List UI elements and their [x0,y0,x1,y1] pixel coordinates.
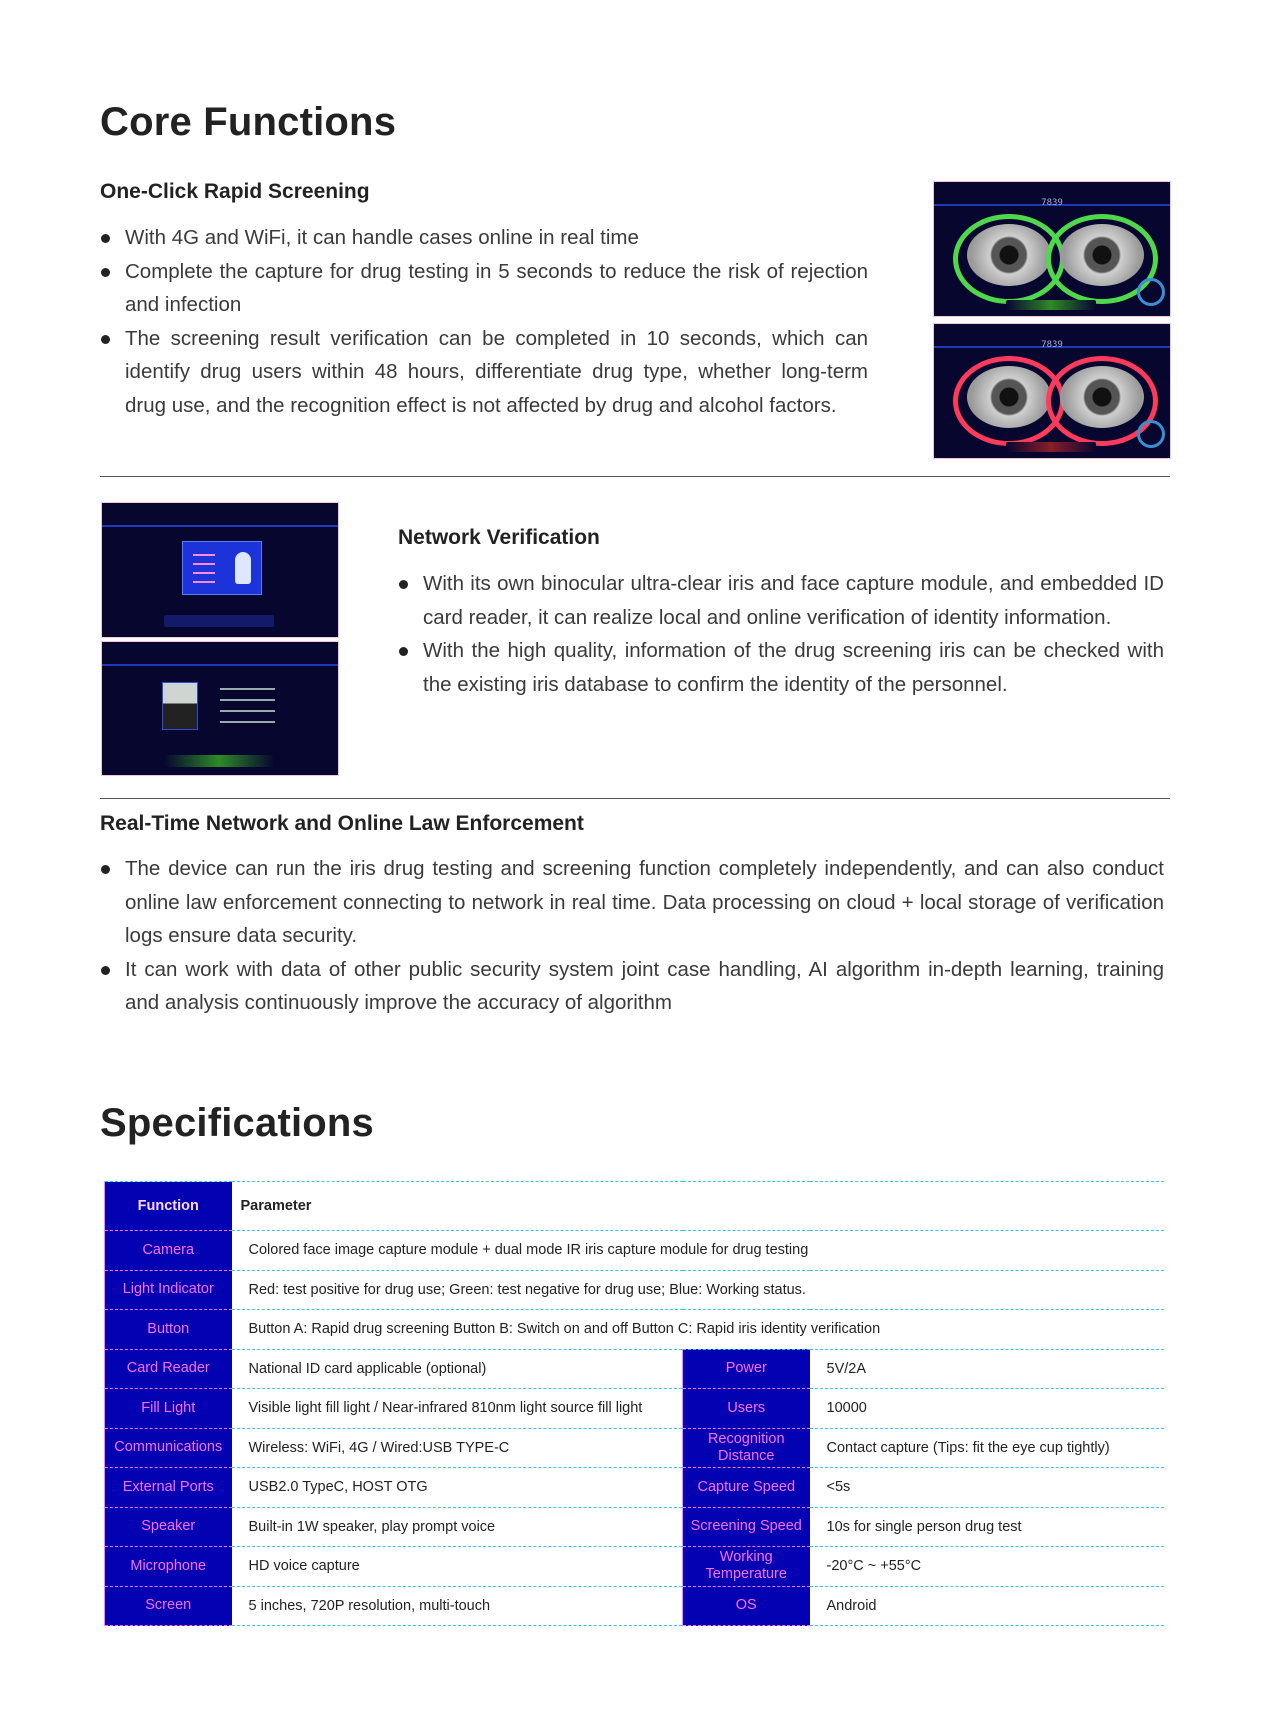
specifications-title: Specifications [100,1101,374,1145]
spec-value: Visible light fill light / Near-infrared… [231,1388,683,1429]
bullet-item: With 4G and WiFi, it can handle cases on… [100,221,868,255]
one-click-bullets: With 4G and WiFi, it can handle cases on… [100,221,868,422]
iris-pass-screenshot: 7839 [933,181,1171,317]
spec-label: Users [682,1388,810,1429]
iris-fail-screenshot: 7839 [933,323,1171,459]
spec-label: Communications [104,1428,232,1468]
spec-value: Contact capture (Tips: fit the eye cup t… [809,1428,1164,1468]
spec-label: Speaker [104,1507,232,1547]
specifications-table: Function Parameter Camera Colored face im… [104,1181,1164,1626]
divider [100,798,1170,799]
spec-label: OS [682,1586,810,1626]
id-verify-screenshot [101,641,339,776]
spec-label: Working Temperature [682,1546,810,1587]
spec-label: External Ports [104,1467,232,1508]
table-row: Card Reader National ID card applicable (… [104,1349,1164,1389]
spec-value: 10000 [809,1388,1164,1429]
screen-code: 7839 [1041,340,1063,350]
table-row: Microphone HD voice capture Working Temper… [104,1546,1164,1587]
spec-value: Wireless: WiFi, 4G / Wired:USB TYPE-C [231,1428,683,1468]
network-verification-heading: Network Verification [398,526,600,549]
spec-value: Colored face image capture module + dual… [231,1230,1164,1271]
divider [100,476,1170,477]
bullet-item: With its own binocular ultra-clear iris … [398,567,1164,634]
table-row: External Ports USB2.0 TypeC, HOST OTG Capt… [104,1467,1164,1508]
spec-label: Button [104,1309,232,1350]
table-row: Screen 5 inches, 720P resolution, multi-t… [104,1586,1164,1626]
spec-value: National ID card applicable (optional) [231,1349,683,1389]
table-row: Speaker Built-in 1W speaker, play prompt … [104,1507,1164,1547]
spec-label: Screening Speed [682,1507,810,1547]
spec-label: Camera [104,1230,232,1271]
bullet-item: It can work with data of other public se… [100,953,1164,1020]
table-row: Camera Colored face image capture module … [104,1230,1164,1271]
spec-label: Card Reader [104,1349,232,1389]
qr-icon [1137,420,1165,448]
network-bullets: With its own binocular ultra-clear iris … [398,567,1164,701]
one-click-heading: One-Click Rapid Screening [100,180,370,203]
spec-label: Capture Speed [682,1467,810,1508]
parameter-header: Parameter [231,1181,1164,1231]
spec-label: Microphone [104,1546,232,1587]
id-card-screenshot [101,502,339,638]
bullet-item: The device can run the iris drug testing… [100,852,1164,953]
bullet-item: With the high quality, information of th… [398,634,1164,701]
table-row: Button Button A: Rapid drug screening But… [104,1309,1164,1350]
spec-label: Screen [104,1586,232,1626]
spec-value: Built-in 1W speaker, play prompt voice [231,1507,683,1547]
table-header-row: Function Parameter [104,1181,1164,1231]
qr-icon [1137,278,1165,306]
spec-value: Android [809,1586,1164,1626]
spec-value: 10s for single person drug test [809,1507,1164,1547]
core-functions-title: Core Functions [100,100,397,144]
spec-label: Fill Light [104,1388,232,1429]
spec-label: Light Indicator [104,1270,232,1310]
realtime-heading: Real-Time Network and Online Law Enforce… [100,812,584,835]
spec-value: Red: test positive for drug use; Green: … [231,1270,1164,1310]
table-row: Light Indicator Red: test positive for dr… [104,1270,1164,1310]
screen-code: 7839 [1041,198,1063,208]
spec-label: Recognition Distance [682,1428,810,1468]
spec-value: USB2.0 TypeC, HOST OTG [231,1467,683,1508]
spec-value: <5s [809,1467,1164,1508]
spec-value: 5V/2A [809,1349,1164,1389]
realtime-bullets: The device can run the iris drug testing… [100,852,1164,1020]
id-card-icon [182,541,262,595]
spec-value: HD voice capture [231,1546,683,1587]
bullet-item: The screening result verification can be… [100,322,868,423]
function-header: Function [104,1181,232,1231]
person-photo [162,682,198,730]
spec-value: -20°C ~ +55°C [809,1546,1164,1587]
spec-value: 5 inches, 720P resolution, multi-touch [231,1586,683,1626]
spec-value: Button A: Rapid drug screening Button B:… [231,1309,1164,1350]
bullet-item: Complete the capture for drug testing in… [100,255,868,322]
table-row: Fill Light Visible light fill light / Nea… [104,1388,1164,1429]
spec-label: Power [682,1349,810,1389]
table-row: Communications Wireless: WiFi, 4G / Wired… [104,1428,1164,1468]
